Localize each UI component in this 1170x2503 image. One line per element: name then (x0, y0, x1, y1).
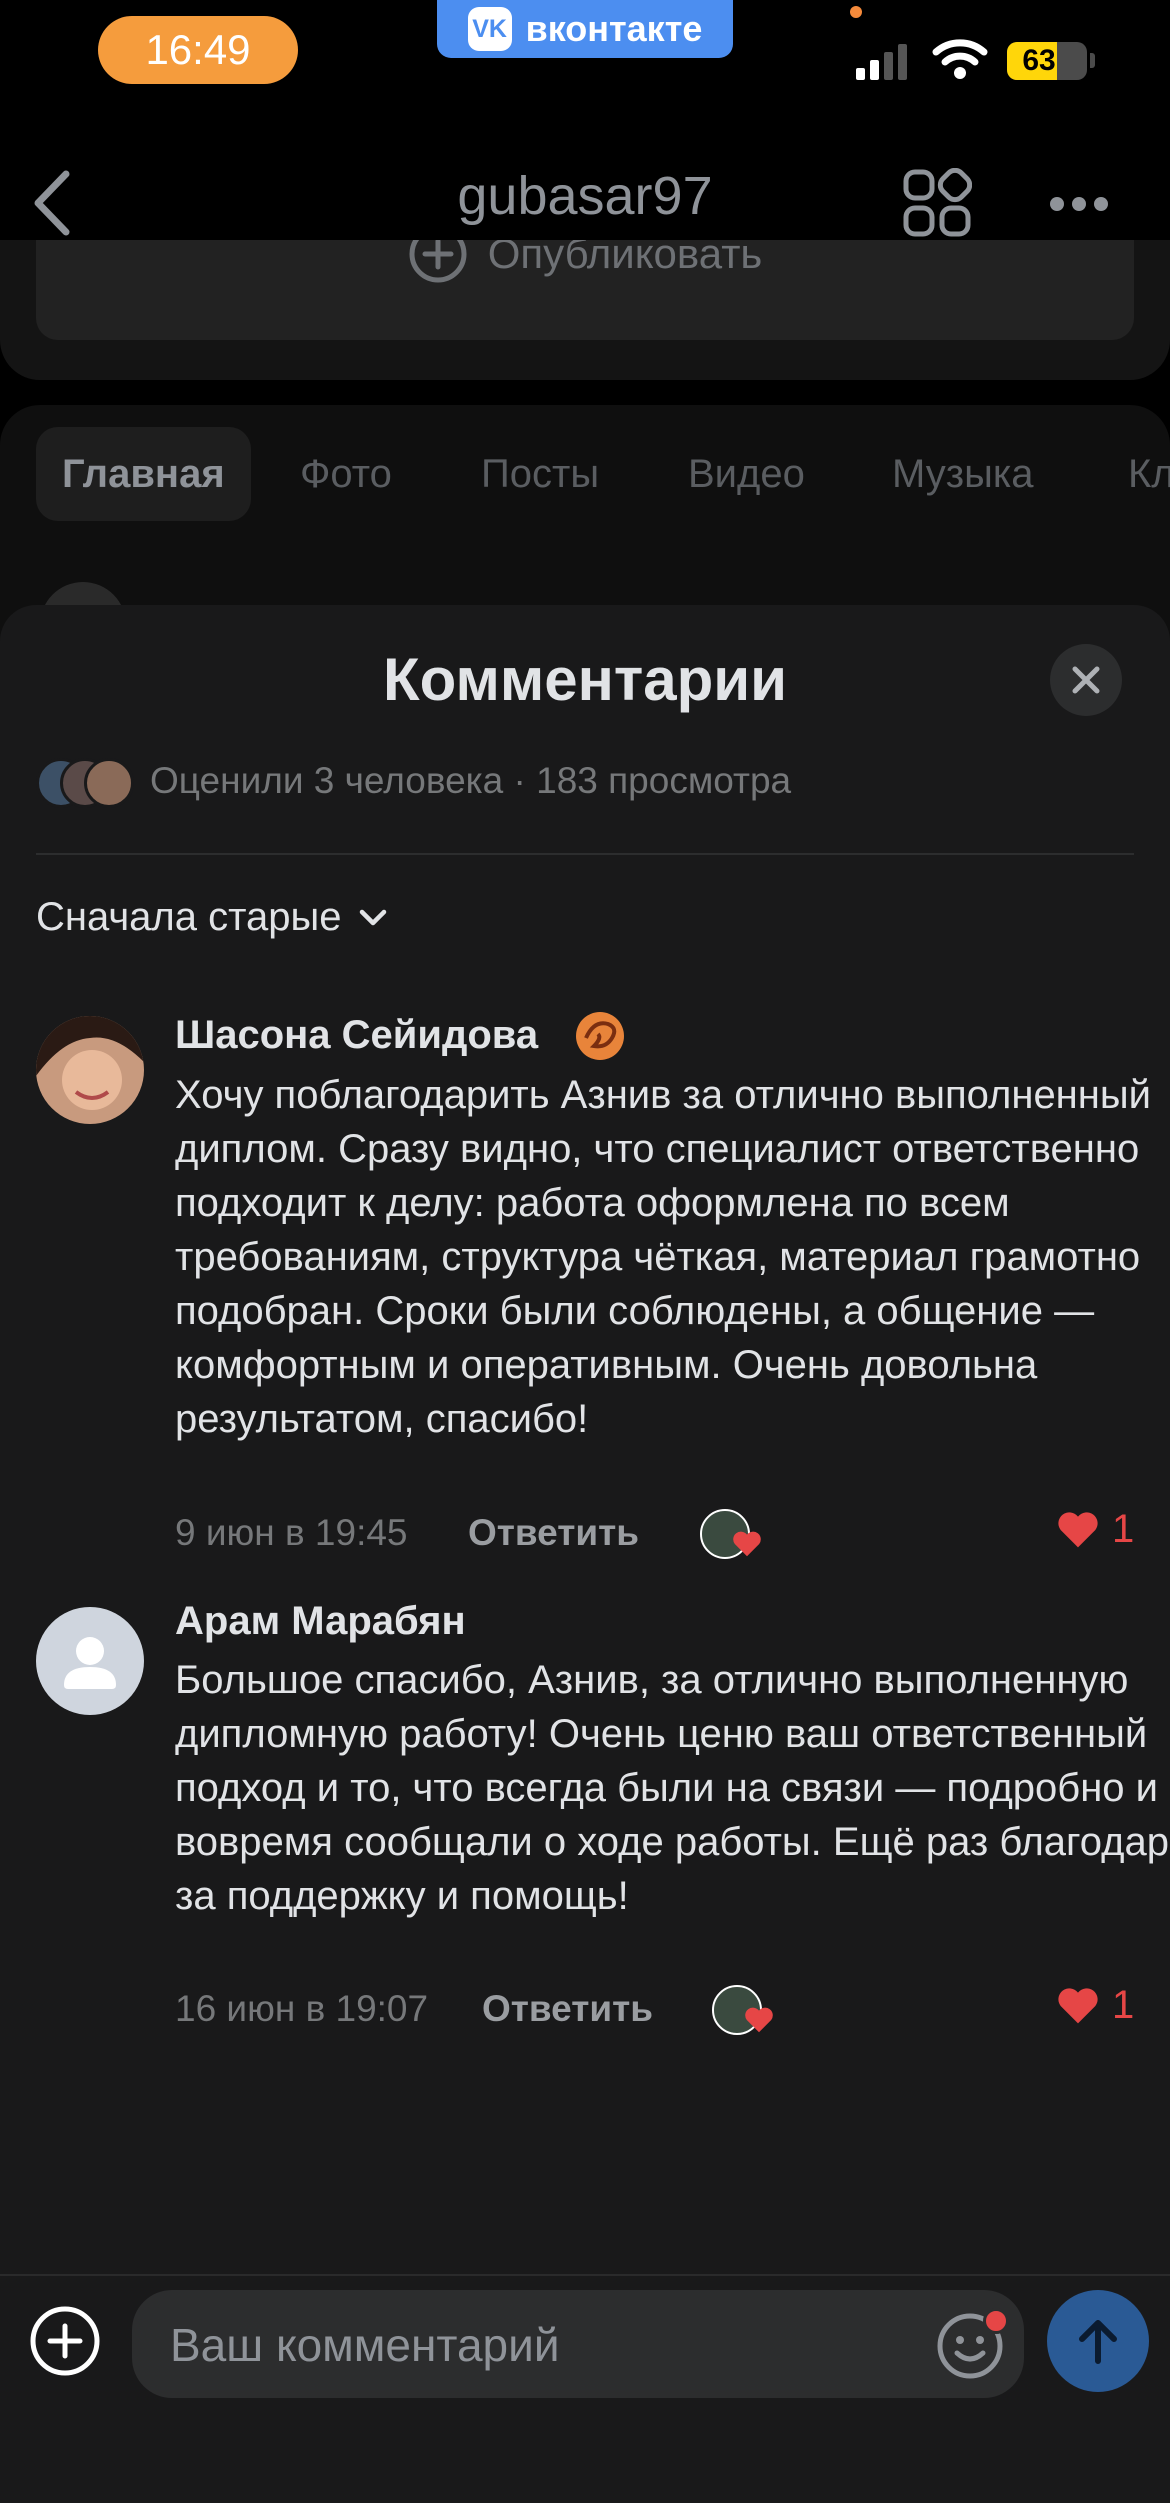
heart-small-icon (733, 1531, 761, 1557)
comment-liker[interactable] (712, 1985, 782, 2041)
tab-video[interactable]: Видео (688, 427, 805, 521)
tab-posts[interactable]: Посты (481, 427, 599, 521)
author-badge-icon (572, 1008, 628, 1064)
wifi-icon (932, 39, 988, 79)
comment-like-count: 1 (1112, 1983, 1135, 2027)
publish-button[interactable]: Опубликовать (36, 240, 1134, 340)
likes-views-summary[interactable]: Оценили 3 человека · 183 просмотра (150, 760, 791, 802)
chevron-down-icon (359, 909, 386, 925)
tab-photo[interactable]: Фото (300, 427, 392, 521)
plus-circle-icon (409, 240, 467, 283)
reply-button[interactable]: Ответить (468, 1512, 639, 1554)
add-attachment-icon[interactable] (28, 2304, 102, 2378)
tab-main[interactable]: Главная (36, 427, 251, 521)
comment-like-button[interactable]: 1 (1056, 1507, 1134, 1552)
comment-author-avatar[interactable] (36, 1607, 144, 1715)
more-horizontal-icon[interactable] (1048, 192, 1110, 216)
arrow-up-icon (1079, 2320, 1117, 2364)
composer-divider (0, 2274, 1170, 2276)
battery-level-text: 63 (1022, 44, 1056, 77)
close-button[interactable] (1050, 644, 1122, 716)
battery-indicator: 63 (1007, 42, 1087, 80)
sort-dropdown[interactable]: Сначала старые (36, 895, 388, 940)
vk-app-banner-label: вконтакте (525, 8, 703, 49)
divider (36, 853, 1134, 855)
comment-text: Хочу поблагодарить Азнив за отлично выпо… (175, 1073, 1151, 1441)
status-time: 16:49 (98, 16, 298, 84)
sort-label: Сначала старые (36, 895, 342, 939)
likers-avatars[interactable] (36, 758, 136, 808)
publish-label: Опубликовать (487, 240, 763, 277)
liker-avatar (84, 758, 134, 808)
tab-music[interactable]: Музыка (892, 427, 1033, 521)
comment-author-name[interactable]: Шасона Сейидова (175, 1013, 538, 1058)
heart-icon (1058, 1987, 1098, 2023)
reply-button[interactable]: Ответить (482, 1988, 653, 2030)
close-icon (1072, 666, 1100, 694)
comment-liker[interactable] (700, 1509, 770, 1565)
vk-app-banner[interactable]: VK вконтакте (437, 0, 733, 58)
tab-clips[interactable]: Кл (1128, 427, 1170, 521)
vk-logo-icon: VK (467, 7, 512, 51)
comment-date: 16 июн в 19:07 (175, 1988, 429, 2029)
privacy-indicator-dot (850, 6, 862, 18)
heart-small-icon (745, 2007, 773, 2033)
comment-date: 9 июн в 19:45 (175, 1512, 408, 1553)
cellular-signal-icon (856, 44, 907, 80)
comment-author-avatar[interactable] (36, 1016, 144, 1124)
notification-dot (983, 2308, 1009, 2334)
apps-grid-icon[interactable] (902, 168, 972, 238)
comment-input-placeholder: Ваш комментарий (170, 2319, 560, 2371)
profile-username-title: gubasar97 (457, 166, 713, 226)
comment-author-name[interactable]: Арам Марабян (175, 1599, 466, 1644)
comments-title: Комментарии (382, 646, 788, 713)
heart-icon (1058, 1511, 1098, 1547)
battery-cap (1090, 53, 1095, 68)
send-button[interactable] (1047, 2290, 1149, 2392)
comments-sheet (0, 605, 1170, 2503)
comment-like-button[interactable]: 1 (1056, 1983, 1134, 2028)
comment-like-count: 1 (1112, 1507, 1135, 1551)
default-user-icon (64, 1637, 116, 1689)
comment-text: Большое спасибо, Азнив, за отлично выпол… (175, 1658, 1170, 1918)
